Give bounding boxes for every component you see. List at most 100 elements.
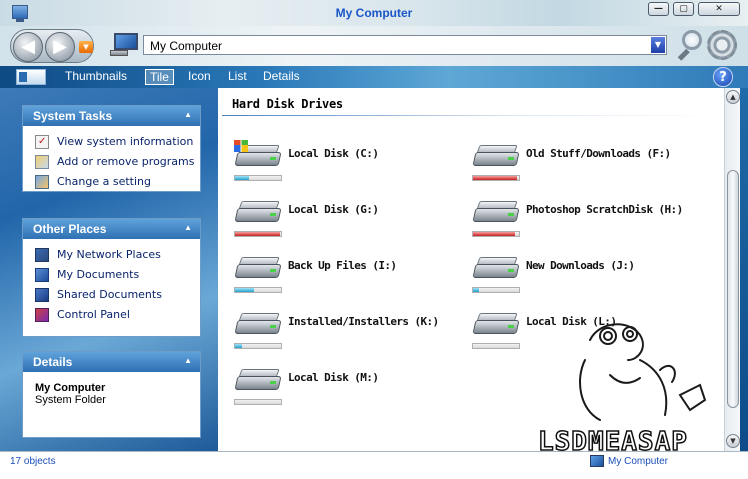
drive-label: Installed/Installers (K:) [288,315,439,328]
explorer-window: My Computer — ▢ ✕ ◀ ▶ ▼ My Computer ▼ Th… [0,0,748,479]
scroll-thumb[interactable] [727,170,739,408]
address-input[interactable]: My Computer ▼ [143,35,667,55]
drive-label: Old Stuff/Downloads (F:) [526,147,671,160]
collapse-icon[interactable]: ▲ [184,223,192,232]
drive-item[interactable]: Back Up Files (I:) [234,250,464,298]
my-computer-icon [590,455,604,467]
group-divider [222,115,722,116]
drive-item[interactable]: Old Stuff/Downloads (F:) [472,138,702,186]
change-setting-icon [35,175,49,189]
panel-title: Other Places [33,222,107,236]
drive-item[interactable]: Local Disk (C:) [234,138,464,186]
task-add-remove-programs[interactable]: Add or remove programs [33,154,200,174]
place-control-panel[interactable]: Control Panel [33,307,200,327]
place-label: Control Panel [57,308,130,321]
drive-item[interactable]: Installed/Installers (K:) [234,306,464,354]
collapse-icon[interactable]: ▲ [184,356,192,365]
drive-item[interactable]: Local Disk (L:) [472,306,702,354]
drive-usage-bar [234,175,282,181]
vertical-scrollbar[interactable]: ▲ ▼ [724,88,740,451]
scroll-down-button[interactable]: ▼ [726,434,740,448]
view-pane-icon[interactable] [16,69,46,85]
place-my-documents[interactable]: My Documents [33,267,200,287]
back-button[interactable]: ◀ [13,32,43,62]
view-thumbnails-button[interactable]: Thumbnails [65,69,127,85]
drive-label: Photoshop ScratchDisk (H:) [526,203,683,216]
details-panel: Details ▲ My Computer System Folder [22,351,201,438]
view-details-button[interactable]: Details [263,69,300,85]
task-view-system-information[interactable]: View system information [33,134,200,154]
drive-usage-bar [472,287,520,293]
close-button[interactable]: ✕ [698,2,740,16]
minimize-button[interactable]: — [648,2,669,16]
task-label: View system information [57,135,194,148]
status-location: My Computer [608,456,669,467]
drive-usage-bar [234,399,282,405]
group-header: Hard Disk Drives [232,97,343,111]
drive-usage-bar [234,231,282,237]
other-places-header[interactable]: Other Places ▲ [23,219,200,239]
object-count: 17 objects [10,456,56,467]
status-bar: 17 objects My Computer [0,451,748,479]
control-panel-icon [35,308,49,322]
drive-item[interactable]: Photoshop ScratchDisk (H:) [472,194,702,242]
maximize-button[interactable]: ▢ [673,2,694,16]
view-tile-button[interactable]: Tile [145,69,174,85]
add-remove-programs-icon [35,155,49,169]
other-places-panel: Other Places ▲ My Network Places My Docu… [22,218,201,337]
drive-usage-bar [234,343,282,349]
help-icon[interactable]: ? [713,67,733,87]
history-dropdown-button[interactable]: ▼ [79,41,93,53]
hard-drive-icon [472,308,520,342]
address-dropdown-button[interactable]: ▼ [651,37,665,53]
forward-button[interactable]: ▶ [45,32,75,62]
task-label: Add or remove programs [57,155,195,168]
details-type: System Folder [35,394,106,406]
hard-drive-icon [234,308,282,342]
panel-title: System Tasks [33,109,113,123]
view-icon-button[interactable]: Icon [188,69,211,85]
windows-logo-icon [234,140,248,152]
task-pane: System Tasks ▲ View system information A… [0,88,218,451]
scroll-up-button[interactable]: ▲ [726,90,740,104]
task-label: Change a setting [57,175,151,188]
drive-item[interactable]: Local Disk (G:) [234,194,464,242]
drive-label: Local Disk (M:) [288,371,379,384]
drive-item[interactable]: New Downloads (J:) [472,250,702,298]
system-tasks-header[interactable]: System Tasks ▲ [23,106,200,126]
drive-usage-bar [472,343,520,349]
drive-label: Back Up Files (I:) [288,259,397,272]
place-label: Shared Documents [57,288,162,301]
panel-title: Details [33,355,73,369]
network-places-icon [35,248,49,262]
place-label: My Network Places [57,248,161,261]
address-bar: ◀ ▶ ▼ My Computer ▼ [0,26,748,66]
place-shared-documents[interactable]: Shared Documents [33,287,200,307]
window-border [740,88,748,451]
view-toolbar: Thumbnails Tile Icon List Details ? [0,66,748,88]
task-change-setting[interactable]: Change a setting [33,174,200,194]
place-my-network-places[interactable]: My Network Places [33,247,200,267]
address-value: My Computer [150,39,223,53]
hard-drive-icon [234,252,282,286]
system-info-icon [35,134,49,150]
details-name: My Computer [35,382,106,394]
hard-drive-icon [234,364,282,398]
shared-documents-icon [35,288,49,302]
my-computer-icon [110,32,140,56]
hard-drive-icon [472,252,520,286]
drive-item[interactable]: Local Disk (M:) [234,362,464,410]
collapse-icon[interactable]: ▲ [184,110,192,119]
details-header[interactable]: Details ▲ [23,352,200,372]
drive-label: New Downloads (J:) [526,259,635,272]
window-title: My Computer [335,6,413,20]
drive-usage-bar [234,287,282,293]
drive-label: Local Disk (L:) [526,315,617,328]
hard-drive-icon [234,196,282,230]
view-list-button[interactable]: List [228,69,247,85]
title-bar[interactable]: My Computer — ▢ ✕ [0,0,748,26]
gear-icon[interactable] [707,30,737,60]
drive-label: Local Disk (C:) [288,147,379,160]
drive-label: Local Disk (G:) [288,203,379,216]
search-icon[interactable] [676,30,704,61]
